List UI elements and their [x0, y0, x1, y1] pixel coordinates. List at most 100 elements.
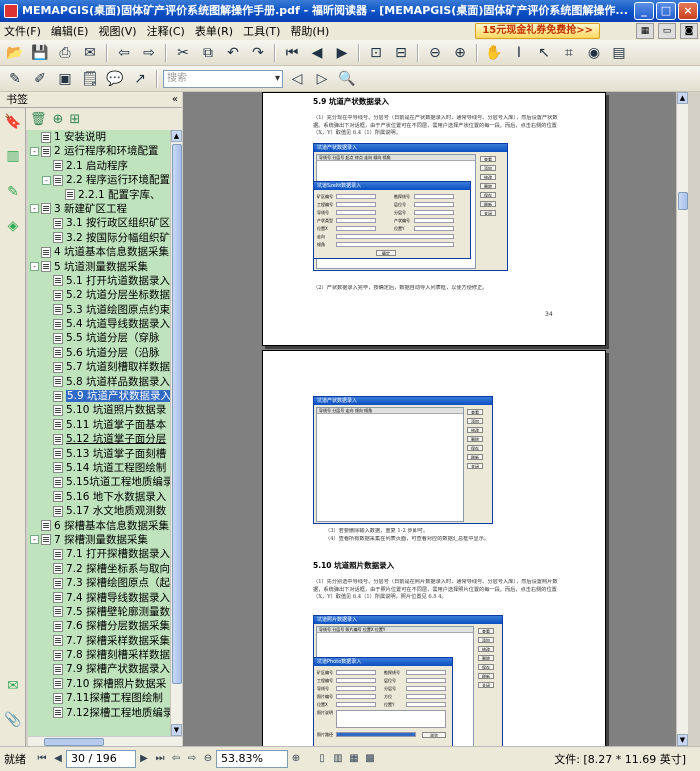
minimize-button[interactable]: _ — [634, 2, 654, 20]
scroll-thumb[interactable] — [172, 144, 182, 684]
search-next-icon[interactable]: ▷ — [311, 68, 333, 90]
bookmark-item[interactable]: 5.12 坑道掌子面分层 — [28, 432, 170, 446]
back-arrow-icon[interactable]: ⇦ — [113, 42, 135, 64]
menu-help[interactable]: 帮助(H) — [290, 23, 329, 39]
find-icon[interactable]: 🔍 — [336, 68, 358, 90]
bookmark-item[interactable]: 7.12探槽工程地质编录 — [28, 706, 170, 720]
bookmark-item[interactable]: 5.8 坑道样品数据录入 — [28, 375, 170, 389]
bookmark-item[interactable]: 1 安装说明 — [28, 130, 170, 144]
add-bookmark-icon[interactable]: ⊕ — [53, 112, 64, 127]
bookmark-item[interactable]: 5.6 坑道分层（沿脉 — [28, 346, 170, 360]
screenshot-icon[interactable]: ◙ — [680, 23, 698, 39]
bookmark-item[interactable]: 7.10 探槽照片数据采 — [28, 677, 170, 691]
paperclip-icon[interactable]: 📎 — [3, 712, 23, 736]
copy-icon[interactable]: ⧉ — [197, 42, 219, 64]
menu-edit[interactable]: 编辑(E) — [51, 23, 89, 39]
cut-icon[interactable]: ✂ — [172, 42, 194, 64]
menu-tools[interactable]: 工具(T) — [243, 23, 280, 39]
menu-comment[interactable]: 注释(C) — [147, 23, 185, 39]
bookmark-item[interactable]: 3.2 按国际分幅组织矿区 — [28, 231, 170, 245]
collapse-toggle-icon[interactable]: - — [30, 262, 39, 272]
bookmark-item[interactable]: 5.15坑道工程地质编录 — [28, 475, 170, 489]
fit-width-icon[interactable]: ⊟ — [390, 42, 412, 64]
bookmark-hscrollbar[interactable] — [28, 736, 182, 746]
bookmark-item[interactable]: 7.4 探槽导线数据录入 — [28, 591, 170, 605]
bookmark-tab-icon[interactable]: 🔖 — [3, 114, 23, 138]
bookmark-item[interactable]: - 2 运行程序和环境配置 — [28, 144, 170, 158]
first-page-icon[interactable]: ⏮ — [34, 751, 50, 767]
bookmark-item[interactable]: 5.5 坑道分层（穿脉 — [28, 331, 170, 345]
bookmark-item[interactable]: 5.3 坑道绘图原点约束 — [28, 303, 170, 317]
bookmark-item[interactable]: 7.6 探槽分层数据采集 — [28, 619, 170, 633]
collapse-toggle-icon[interactable]: - — [30, 535, 39, 545]
attachments-tab-icon[interactable]: ✉ — [3, 678, 23, 702]
single-page-icon[interactable]: ▯ — [314, 751, 330, 767]
save-icon[interactable]: 💾 — [29, 42, 51, 64]
bookmark-item[interactable]: 4 坑道基本信息数据采集 — [28, 245, 170, 259]
layers-tab-icon[interactable]: ◈ — [3, 218, 23, 242]
annotations-tab-icon[interactable]: ✎ — [3, 184, 23, 208]
bookmark-item[interactable]: - 2.2 程序运行环境配置 — [28, 173, 170, 187]
bookmark-item[interactable]: 5.13 坑道掌子面刻槽 — [28, 447, 170, 461]
menu-file[interactable]: 文件(F) — [4, 23, 41, 39]
bookmark-item[interactable]: 5.17 水文地质观测数 — [28, 504, 170, 518]
bookmark-item[interactable]: 7.9 探槽产状数据录入 — [28, 662, 170, 676]
history-forward-icon[interactable]: ⇨ — [184, 751, 200, 767]
delete-bookmark-icon[interactable]: 🗑 — [30, 112, 47, 127]
collapse-toggle-icon[interactable]: - — [42, 175, 51, 185]
pages-tab-icon[interactable]: ▥ — [3, 148, 23, 172]
arrow-tool-icon[interactable]: ↗ — [129, 68, 151, 90]
bookmark-scrollbar[interactable]: ▲ ▼ — [170, 130, 182, 736]
bookmark-item[interactable]: 2.2.1 配置字库、 — [28, 188, 170, 202]
hand-tool-icon[interactable]: ✋ — [483, 42, 505, 64]
bookmark-item[interactable]: - 3 新建矿区工程 — [28, 202, 170, 216]
collapse-toggle-icon[interactable]: - — [30, 204, 39, 214]
next-page-icon[interactable]: ▶ — [331, 42, 353, 64]
first-page-icon[interactable]: ⏮ — [281, 42, 303, 64]
doc-scroll-down-icon[interactable]: ▼ — [677, 734, 688, 746]
skin-icon[interactable]: ▦ — [636, 23, 654, 39]
sidebar-collapse-button[interactable]: « — [172, 92, 178, 108]
highlight-icon[interactable]: ✐ — [29, 68, 51, 90]
prev-page-icon[interactable]: ◀ — [50, 751, 66, 767]
doc-scroll-thumb[interactable] — [678, 192, 688, 210]
add-child-bookmark-icon[interactable]: ⊞ — [69, 112, 80, 127]
maximize-button[interactable]: □ — [656, 2, 676, 20]
window-titlebar[interactable]: MEMAPGIS(桌面)固体矿产评价系统图解操作手册.pdf - 福昕阅读器 -… — [0, 0, 700, 22]
bookmark-item[interactable]: 3.1 按行政区组织矿区 — [28, 216, 170, 230]
bookmark-item[interactable]: 5.1 打开坑道数据录入 — [28, 274, 170, 288]
bookmark-item[interactable]: 7.5 探槽壁轮廓测量数 — [28, 605, 170, 619]
comment-icon[interactable]: 💬 — [104, 68, 126, 90]
scroll-up-icon[interactable]: ▲ — [171, 130, 182, 142]
bookmark-item[interactable]: 7.2 探槽坐标系与取向 — [28, 562, 170, 576]
promo-banner[interactable]: 15元现金礼券免费抢>> — [475, 23, 600, 39]
note-icon[interactable]: 🗒 — [79, 68, 101, 90]
bookmark-item[interactable]: 6 探槽基本信息数据采集 — [28, 519, 170, 533]
continuous-facing-icon[interactable]: ▩ — [362, 751, 378, 767]
bookmark-item[interactable]: 2.1 启动程序 — [28, 159, 170, 173]
select-text-icon[interactable]: Ⅰ — [508, 42, 530, 64]
bookmark-item[interactable]: 5.4 坑道导线数据录入 — [28, 317, 170, 331]
search-input[interactable]: 搜索 — [163, 69, 283, 88]
last-page-icon[interactable]: ⏭ — [152, 751, 168, 767]
camera-icon[interactable]: ◉ — [583, 42, 605, 64]
close-button[interactable]: × — [678, 2, 698, 20]
history-back-icon[interactable]: ⇦ — [168, 751, 184, 767]
bookmark-item[interactable]: 5.9 坑道产状数据录入 — [28, 389, 170, 403]
redo-icon[interactable]: ↷ — [247, 42, 269, 64]
bookmark-item[interactable]: 5.2 坑道分层坐标数据 — [28, 288, 170, 302]
zoom-input[interactable]: 53.83% — [216, 750, 288, 768]
page-number-input[interactable]: 30 / 196 — [66, 750, 136, 768]
menu-view[interactable]: 视图(V) — [98, 23, 136, 39]
window-icon[interactable]: ▭ — [658, 23, 676, 39]
bookmark-item[interactable]: 7.11探槽工程图绘制 — [28, 691, 170, 705]
email-icon[interactable]: ✉ — [79, 42, 101, 64]
fit-page-icon[interactable]: ⊡ — [365, 42, 387, 64]
print-icon[interactable]: ⎙ — [54, 42, 76, 64]
bookmark-item[interactable]: 5.7 坑道刻槽取样数据 — [28, 360, 170, 374]
select-arrow-icon[interactable]: ↖ — [533, 42, 555, 64]
facing-page-icon[interactable]: ▦ — [346, 751, 362, 767]
undo-icon[interactable]: ↶ — [222, 42, 244, 64]
typewriter-icon[interactable]: ✎ — [4, 68, 26, 90]
bookmark-item[interactable]: 7.7 探槽采样数据采集 — [28, 634, 170, 648]
